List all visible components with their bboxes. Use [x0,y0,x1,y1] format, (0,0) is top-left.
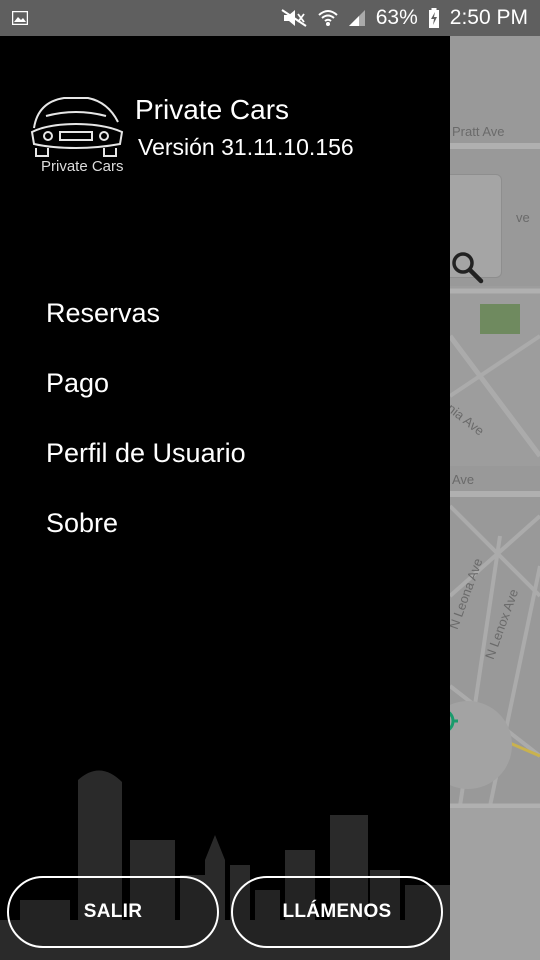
map-label: Ave [452,472,475,487]
drawer-menu: Reservas Pago Perfil de Usuario Sobre [46,291,246,571]
wifi-icon [318,8,338,28]
status-bar: 63% 2:50 PM [0,0,540,36]
app-logo: Private Cars [28,88,124,178]
app-version: Versión 31.11.10.156 [138,134,354,160]
navigation-drawer: Private Cars Private Cars Versión 31.11.… [0,36,450,960]
map-label: ve [516,210,530,225]
call-us-button[interactable]: LLÁMENOS [231,876,443,948]
image-icon [12,11,28,25]
battery-percent: 63% [375,6,418,29]
logo-caption: Private Cars [41,158,124,175]
menu-item-pago[interactable]: Pago [46,361,246,431]
menu-item-perfil-usuario[interactable]: Perfil de Usuario [46,431,246,501]
exit-button[interactable]: SALIR [7,876,219,948]
menu-item-sobre[interactable]: Sobre [46,501,246,571]
clock: 2:50 PM [449,6,528,29]
app-name: Private Cars [135,94,290,125]
menu-item-reservas[interactable]: Reservas [46,291,246,361]
battery-charging-icon [428,8,440,28]
signal-icon [348,9,366,27]
map-label: Pratt Ave [452,124,505,139]
mute-icon [280,8,308,28]
